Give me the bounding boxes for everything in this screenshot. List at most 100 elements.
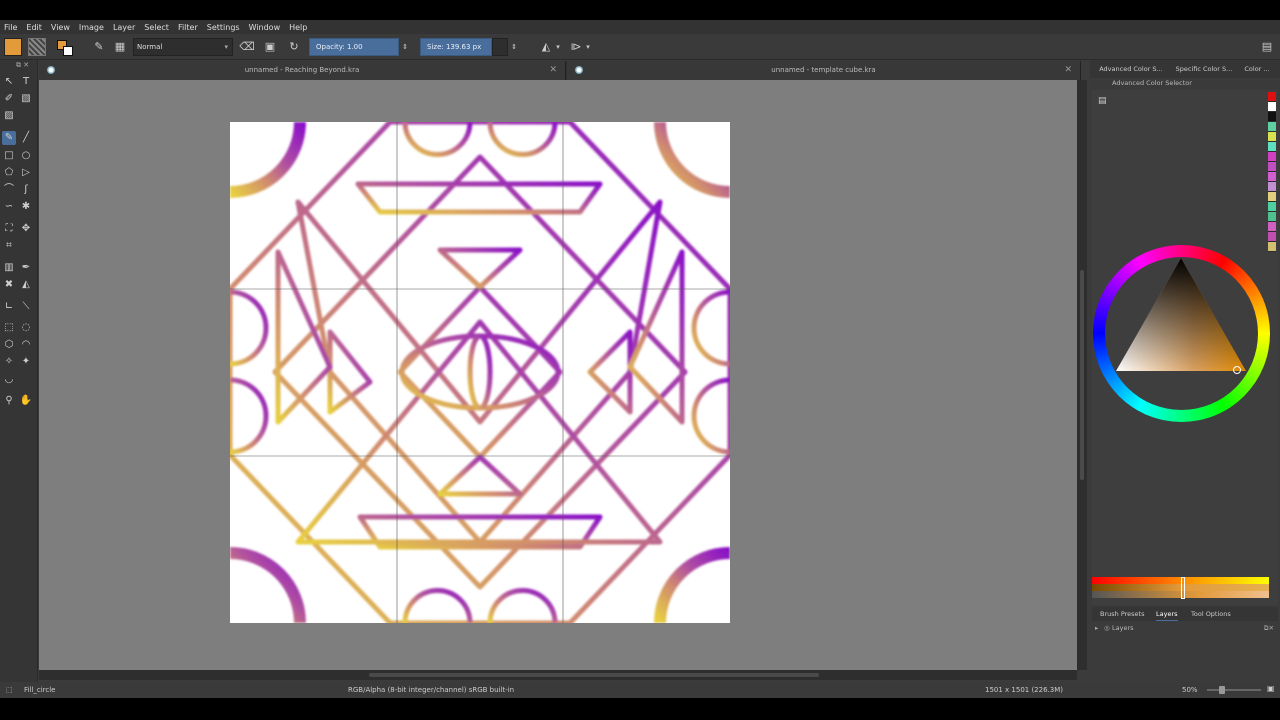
- polygon-icon[interactable]: ⬠: [2, 166, 16, 180]
- history-swatch[interactable]: [1268, 192, 1276, 202]
- scrollbar-thumb[interactable]: [1080, 270, 1084, 480]
- menu-file[interactable]: File: [4, 23, 17, 32]
- menu-select[interactable]: Select: [144, 23, 169, 32]
- size-slider[interactable]: Size: 139.63 px: [420, 38, 492, 56]
- history-swatch[interactable]: [1268, 222, 1276, 232]
- workspace-icon[interactable]: ▤: [1258, 38, 1276, 56]
- close-icon[interactable]: ✕: [549, 61, 557, 80]
- expand-icon[interactable]: ▸: [1095, 622, 1098, 634]
- measure-icon[interactable]: ⟍: [19, 300, 33, 314]
- zoom-slider-handle[interactable]: [1219, 686, 1225, 694]
- outline-select-icon[interactable]: ◠: [19, 338, 33, 352]
- menu-filter[interactable]: Filter: [178, 23, 198, 32]
- eraser-icon[interactable]: ⌫: [238, 38, 256, 56]
- polyline-icon[interactable]: ▷: [19, 166, 33, 180]
- menu-window[interactable]: Window: [249, 23, 281, 32]
- edit-shapes-icon[interactable]: ✐: [2, 92, 16, 106]
- multibrush-icon[interactable]: ✱: [19, 200, 33, 214]
- size-slider-track[interactable]: [492, 38, 508, 56]
- history-swatch[interactable]: [1268, 142, 1276, 152]
- gradient-icon[interactable]: ▥: [2, 261, 16, 275]
- chevron-down-icon[interactable]: ▾: [553, 38, 563, 56]
- size-spin-icon[interactable]: ⇕: [508, 38, 520, 56]
- color-picker-icon[interactable]: ✒: [19, 261, 33, 275]
- zoom-level[interactable]: 50%: [1182, 682, 1198, 698]
- reload-preset-icon[interactable]: ↻: [285, 38, 303, 56]
- layers-docker-header[interactable]: ▸ ◎ Layers ⧉✕: [1092, 622, 1278, 634]
- freehand-select-icon[interactable]: ↖: [2, 75, 16, 89]
- background-color-swatch[interactable]: [63, 46, 73, 56]
- brush-editor-icon[interactable]: ✎: [90, 38, 108, 56]
- tab-layers[interactable]: Layers: [1156, 607, 1178, 621]
- color-sliders[interactable]: [1092, 577, 1269, 599]
- opacity-slider[interactable]: Opacity: 1.00: [309, 38, 399, 56]
- history-swatch[interactable]: [1268, 122, 1276, 132]
- history-swatch[interactable]: [1268, 112, 1276, 122]
- contiguous-select-icon[interactable]: ✧: [2, 355, 16, 369]
- blend-mode-select[interactable]: Normal ▾: [133, 38, 233, 56]
- fg-bg-color-selector[interactable]: [56, 38, 76, 56]
- drawing-canvas[interactable]: [230, 122, 730, 623]
- tab-brush-presets[interactable]: Brush Presets: [1100, 607, 1144, 621]
- tab-specific-color[interactable]: Specific Color S...: [1172, 60, 1236, 78]
- preserve-alpha-icon[interactable]: ▣: [261, 38, 279, 56]
- brush-preset-button[interactable]: [4, 38, 22, 56]
- history-swatch[interactable]: [1268, 202, 1276, 212]
- move-icon[interactable]: ✥: [19, 222, 33, 236]
- presets-grid-icon[interactable]: ▦: [111, 38, 129, 56]
- tab-tool-options[interactable]: Tool Options: [1191, 607, 1231, 621]
- history-swatch[interactable]: [1268, 102, 1276, 112]
- bezier-select-icon[interactable]: ◡: [2, 373, 16, 387]
- transform-icon[interactable]: ⛶: [2, 222, 16, 236]
- history-swatch[interactable]: [1268, 232, 1276, 242]
- menu-edit[interactable]: Edit: [26, 23, 42, 32]
- fill-icon[interactable]: ◭: [19, 278, 33, 292]
- chevron-down-icon[interactable]: ▾: [583, 38, 593, 56]
- history-swatch[interactable]: [1268, 242, 1276, 252]
- crop-icon[interactable]: ⌗: [2, 239, 16, 253]
- tab-advanced-color[interactable]: Advanced Color S...: [1096, 60, 1166, 78]
- ellipse-icon[interactable]: ○: [19, 149, 33, 163]
- polygon-select-icon[interactable]: ⬡: [2, 338, 16, 352]
- line-icon[interactable]: ╱: [19, 131, 33, 145]
- selection-icon[interactable]: ⬚: [6, 682, 13, 698]
- bezier-icon[interactable]: ⌒: [2, 183, 16, 197]
- tab-template-cube[interactable]: unnamed - template cube.kra ✕: [567, 61, 1081, 80]
- pattern-fill-icon[interactable]: ▨: [2, 109, 16, 123]
- vertical-scrollbar[interactable]: [1077, 80, 1087, 670]
- history-swatch[interactable]: [1268, 212, 1276, 222]
- history-swatch[interactable]: [1268, 132, 1276, 142]
- menu-settings[interactable]: Settings: [207, 23, 240, 32]
- rect-select-icon[interactable]: ⬚: [2, 321, 16, 335]
- assistant-icon[interactable]: ∟: [2, 300, 16, 314]
- brush-icon[interactable]: ✎: [2, 131, 16, 145]
- dock-controls-icon[interactable]: ⧉ ✕: [16, 61, 29, 70]
- menu-layer[interactable]: Layer: [113, 23, 135, 32]
- color-marker[interactable]: [1233, 366, 1241, 374]
- settings-icon[interactable]: ▤: [1098, 96, 1107, 106]
- rectangle-icon[interactable]: □: [2, 149, 16, 163]
- menu-help[interactable]: Help: [289, 23, 307, 32]
- calligraphy-icon[interactable]: ▧: [19, 92, 33, 106]
- menu-view[interactable]: View: [51, 23, 70, 32]
- pattern-button[interactable]: [28, 38, 46, 56]
- tab-reaching-beyond[interactable]: unnamed - Reaching Beyond.kra ✕: [39, 61, 566, 80]
- zoom-icon[interactable]: ⚲: [2, 394, 16, 408]
- zoom-slider[interactable]: [1207, 689, 1261, 691]
- dynamic-brush-icon[interactable]: ∽: [2, 200, 16, 214]
- opacity-spin-icon[interactable]: ⇕: [399, 38, 411, 56]
- history-swatch[interactable]: [1268, 162, 1276, 172]
- dock-controls-icon[interactable]: ⧉✕: [1264, 622, 1274, 634]
- fullscreen-icon[interactable]: ▣: [1267, 684, 1275, 693]
- ellipse-select-icon[interactable]: ◌: [19, 321, 33, 335]
- similar-select-icon[interactable]: ✦: [19, 355, 33, 369]
- scrollbar-thumb[interactable]: [369, 673, 819, 677]
- close-icon[interactable]: ✕: [1064, 61, 1072, 80]
- history-swatch[interactable]: [1268, 92, 1276, 102]
- slider-marker[interactable]: [1181, 577, 1185, 599]
- history-swatch[interactable]: [1268, 182, 1276, 192]
- text-icon[interactable]: T: [19, 75, 33, 89]
- pan-icon[interactable]: ✋: [19, 394, 33, 408]
- history-swatch[interactable]: [1268, 172, 1276, 182]
- horizontal-scrollbar[interactable]: [39, 670, 1077, 680]
